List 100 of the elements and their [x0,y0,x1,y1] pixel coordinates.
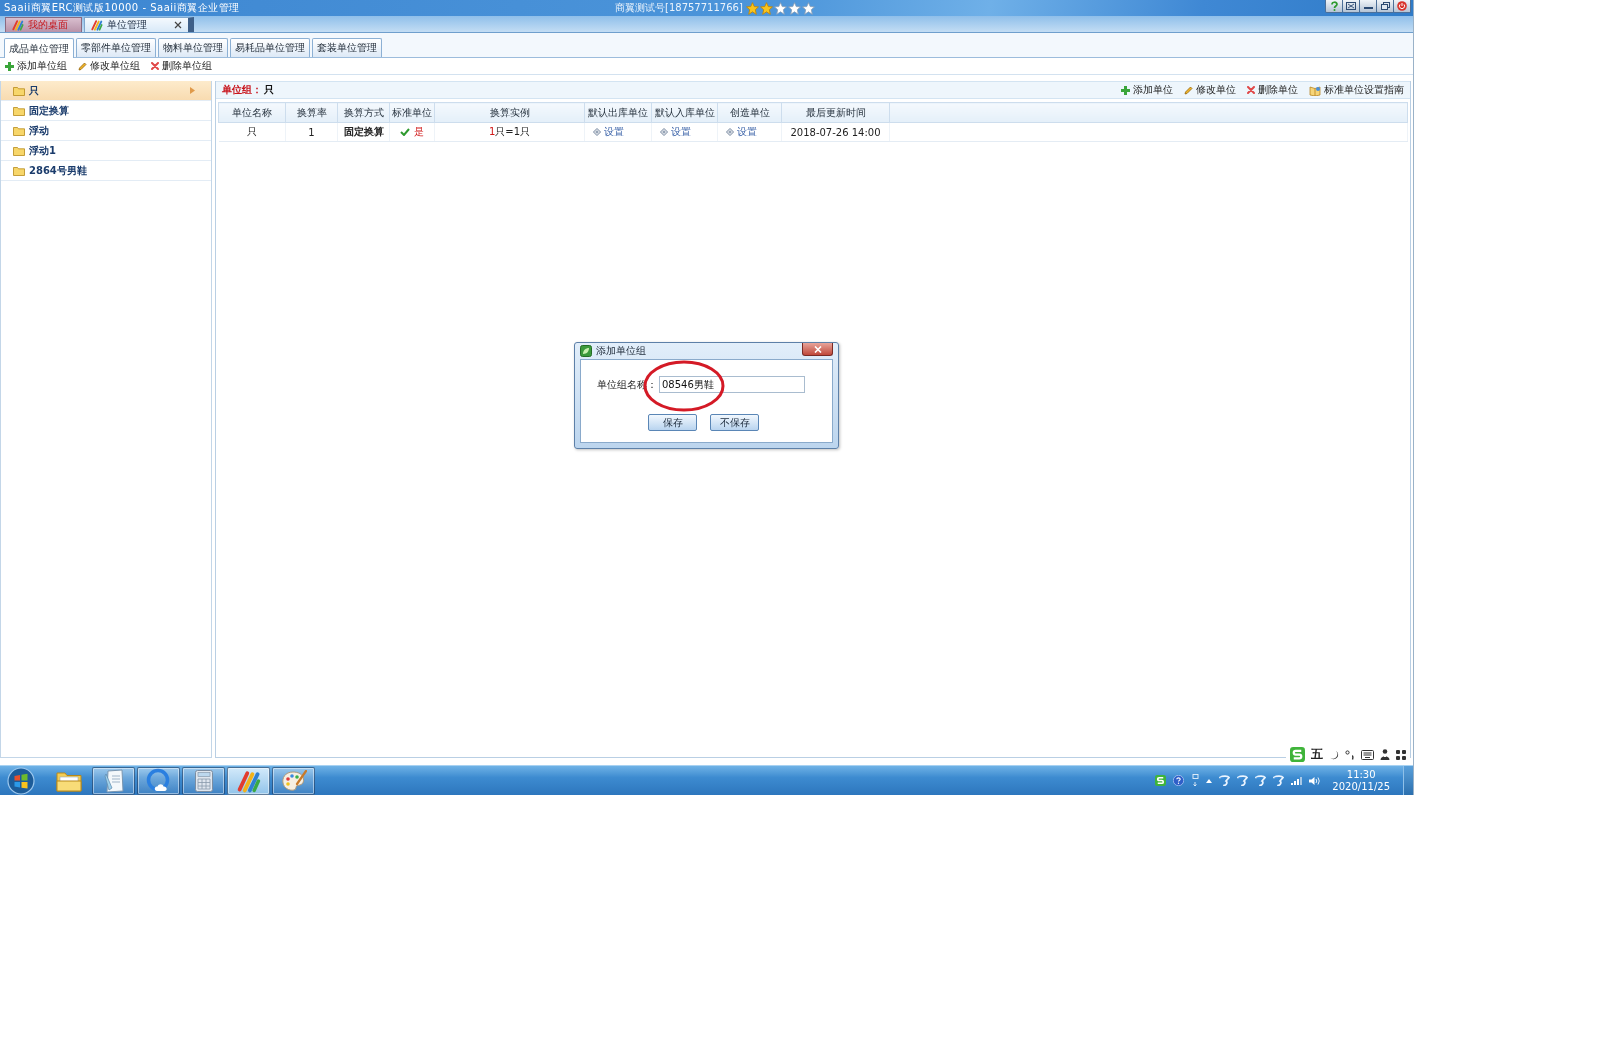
folder-icon [55,769,82,792]
star-icon [787,1,801,15]
dialog-button[interactable]: 不保存 [710,414,759,431]
tray-app-icon [1255,775,1267,786]
folder-icon [13,125,25,136]
restore-button[interactable] [1376,0,1394,13]
dialog-close-button[interactable] [802,343,833,356]
settings-link[interactable]: 设置 [726,125,757,139]
punctuation-icon [1345,749,1355,760]
star-icon [801,1,815,15]
folder-icon [13,145,25,156]
module-tab[interactable]: 物料单位管理 [158,38,228,57]
leaf-icon [580,345,592,357]
help-icon [1329,1,1339,11]
sidebar-item[interactable]: 只 [1,81,211,101]
table-cell: 1 [285,122,338,142]
swirl-logo-icon [12,19,24,31]
edit-button[interactable]: 修改单位组 [78,59,140,73]
taskbar-app-button[interactable] [92,766,135,795]
s-logo-icon [1155,775,1167,786]
taskbar-app-button[interactable] [182,766,225,795]
table-cell: 1只=1只 [434,122,585,142]
power-icon [1397,1,1407,11]
clock-date: 2020/11/25 [1332,780,1390,793]
dialog-title: 添加单位组 [596,344,646,358]
plus-icon [1121,85,1130,95]
taskbar-app-button[interactable] [272,766,315,795]
grid-icon [1396,749,1406,760]
moon-icon [1329,749,1339,760]
star-icon [745,1,759,15]
star-icon [773,1,787,15]
document-tab[interactable]: 单位管理 [84,17,194,32]
diamond-icon [660,128,668,136]
account-label: 商翼测试号[18757711766] [615,1,743,15]
cross-icon [1247,86,1255,94]
taskbar-app-button[interactable] [137,766,180,795]
diamond-icon [593,128,601,136]
diamond-icon [726,128,734,136]
tray-app-icon [1219,775,1231,786]
module-tab[interactable]: 易耗品单位管理 [230,38,310,57]
help-button[interactable] [1325,0,1343,13]
ime-mode[interactable]: 五 [1311,746,1323,763]
folder-icon [13,105,25,116]
caret-right-icon [190,87,195,94]
add-button[interactable]: 添加单位组 [5,59,67,73]
speaker-icon [1309,775,1322,786]
clock-time: 11:30 [1346,768,1376,781]
delete-button[interactable]: 删除单位 [1247,83,1298,97]
tray-app-icon [1237,775,1249,786]
input-field[interactable]: 08546男鞋 [659,376,805,393]
module-tab[interactable]: 零部件单位管理 [76,38,156,57]
column-header: 默认出库单位 [584,102,652,123]
calculator-icon [194,769,213,792]
window-title: Saaii商翼ERC测试版10000 - Saaii商翼企业管理 [4,1,241,15]
module-tab[interactable]: 套装单位管理 [312,38,382,57]
close-button[interactable] [1393,0,1411,13]
group-value: 只 [264,83,274,97]
monitors-icon [1191,774,1200,787]
edit-button[interactable]: 修改单位 [1184,83,1236,97]
flag-text: 是 [414,125,424,139]
column-header: 换算率 [285,102,338,123]
folder-icon [13,165,25,176]
cross-icon [151,62,159,70]
add-button[interactable]: 添加单位 [1121,83,1173,97]
person-icon [1380,749,1390,760]
guide-button[interactable]: 标准单位设置指南 [1309,83,1404,97]
pencil-icon [78,61,87,71]
column-header: 换算实例 [434,102,585,123]
cloud-circle-icon [145,767,172,794]
boxed-cross-icon [1346,2,1356,10]
table-cell: 2018-07-26 14:00 [781,122,890,142]
table-cell: 只 [218,122,286,142]
star-icon [759,1,773,15]
dialog-button[interactable]: 保存 [648,414,697,431]
help-circle-icon [1173,775,1185,786]
module-tab[interactable]: 成品单位管理 [4,38,74,58]
swirl-logo-icon [91,19,103,31]
close-icon [813,345,822,353]
column-header: 默认入库单位 [651,102,718,123]
minimize-button[interactable] [1359,0,1377,13]
column-header: 标准单位 [389,102,435,123]
table-cell: 固定换算 [337,122,390,142]
tray-app-icon [1273,775,1285,786]
group-label: 单位组： [222,83,262,97]
settings-link[interactable]: 设置 [660,125,691,139]
column-header: 最后更新时间 [781,102,890,123]
pencil-icon [1184,85,1193,95]
switch-button[interactable] [1342,0,1360,13]
column-header: 单位名称 [218,102,286,123]
palette-icon [280,769,307,792]
delete-button[interactable]: 删除单位组 [151,59,212,73]
taskbar-app-button[interactable] [227,766,270,795]
column-header: 换算方式 [337,102,390,123]
signal-icon [1291,776,1303,785]
restore-icon [1380,2,1390,10]
plus-icon [5,61,14,71]
settings-link[interactable]: 设置 [593,125,624,139]
show-desktop-button[interactable] [1403,766,1413,795]
book-icon [1309,84,1321,96]
swirl-logo-icon [236,768,261,793]
